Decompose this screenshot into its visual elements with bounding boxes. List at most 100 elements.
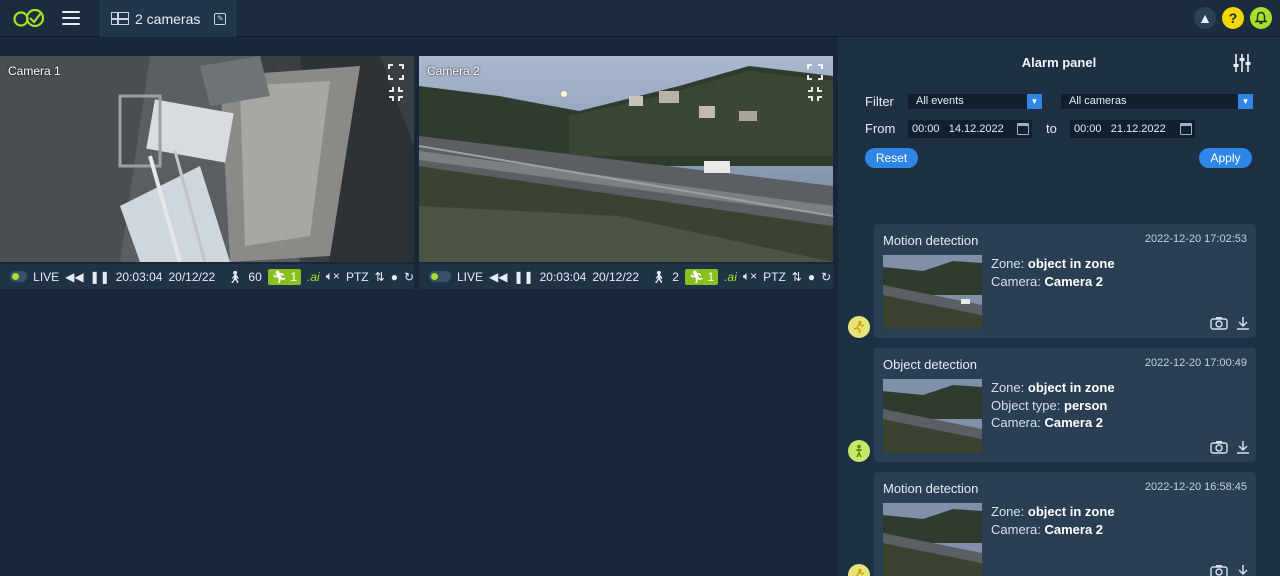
from-date: 14.12.2022 [948,123,1004,135]
mute-icon[interactable]: 🔈︎× [326,269,340,284]
apply-button[interactable]: Apply [1199,148,1252,168]
camera-value: Camera 2 [1044,273,1104,289]
location-icon[interactable]: ● [808,270,815,284]
expand-icon[interactable] [807,64,823,80]
motion-marker-icon [848,564,870,576]
menu-icon[interactable] [62,8,82,28]
edit-icon[interactable]: ✎ [214,12,227,25]
ptz-button[interactable]: PTZ [346,270,369,284]
event-details: Zone: object in zone Object type: person… [991,379,1115,432]
refresh-icon[interactable]: ↻ [821,270,831,284]
person-marker-icon [848,440,870,462]
live-label: LIVE [33,269,60,284]
filter-label: Filter [865,94,894,109]
to-datetime-field[interactable]: 00:00 21.12.2022 [1070,120,1195,138]
motion-badge[interactable]: 🏃︎ 1 [267,268,302,285]
adjust-icon[interactable]: ⇅ [792,270,802,284]
motion-icon: 🏃︎ [688,269,705,284]
zone-label: Zone: [991,380,1025,395]
camera-value: Camera 2 [1044,521,1104,537]
snapshot-icon[interactable] [1210,440,1228,454]
calendar-icon[interactable] [1017,123,1029,135]
refresh-icon[interactable]: ↻ [404,270,414,284]
camera-date: 20/12/22 [168,269,216,284]
fit-icon[interactable] [807,86,823,102]
camera-filter-select[interactable]: All cameras ▼ [1061,94,1253,109]
event-card[interactable]: Object detection 2022-12-20 17:00:49 Zon… [874,348,1256,462]
camera-label: Camera: [991,415,1041,430]
ai-button[interactable]: .ai [724,270,737,284]
fit-icon[interactable] [388,86,404,102]
sliders-icon[interactable] [1232,53,1252,73]
event-timestamp: 2022-12-20 17:00:49 [1144,357,1247,369]
alarm-panel: Alarm panel Filter All events ▼ All came… [838,37,1280,576]
object-type-value: person [1064,397,1108,413]
download-icon[interactable] [1236,316,1250,330]
to-label: to [1046,121,1057,136]
person-icon: 🚶︎ [651,269,667,284]
snapshot-icon[interactable] [1210,564,1228,576]
motion-count: 1 [290,269,298,284]
camera-name: Camera 1 [8,64,61,78]
camera-date: 20/12/22 [592,269,640,284]
location-icon[interactable]: ● [391,270,398,284]
bell-icon[interactable] [1250,7,1272,29]
motion-count: 1 [707,269,715,284]
camera-feed-2[interactable]: Camera 2 [419,56,833,262]
expand-icon[interactable] [388,64,404,80]
from-datetime-field[interactable]: 00:00 14.12.2022 [908,120,1032,138]
camera-label: Camera: [991,521,1041,537]
live-label: LIVE [457,269,484,284]
reset-button[interactable]: Reset [865,148,918,168]
calendar-icon[interactable] [1180,123,1192,135]
event-card[interactable]: Motion detection 2022-12-20 16:58:45 Zon… [874,472,1256,576]
camera-tile-2: Camera 2 LIVE ◀◀ ❚❚ 20:03:04 20/12/22 🚶︎… [419,56,833,289]
event-card[interactable]: Motion detection 2022-12-20 17:02:53 Zon… [874,224,1256,338]
tab-2-cameras[interactable]: 2 cameras ✎ [100,0,236,37]
adjust-icon[interactable]: ⇅ [375,270,385,284]
camera-name: Camera 2 [427,64,480,78]
mute-icon[interactable]: 🔈︎× [743,269,757,284]
person-count: 60 [248,269,262,284]
collapse-icon[interactable]: ▲ [1194,7,1216,29]
rewind-icon[interactable]: ◀◀ [65,270,83,284]
motion-marker-icon [848,316,870,338]
zone-value: object in zone [1027,504,1115,519]
event-thumbnail[interactable] [883,379,982,453]
camera-controls-2: LIVE ◀◀ ❚❚ 20:03:04 20/12/22 🚶︎ 2 🏃︎ 1 .… [419,264,833,289]
event-thumbnail[interactable] [883,255,982,329]
snapshot-icon[interactable] [1210,316,1228,330]
rewind-icon[interactable]: ◀◀ [489,270,507,284]
ai-button[interactable]: .ai [307,270,320,284]
live-toggle[interactable] [10,271,28,282]
event-type: Motion detection [883,481,979,496]
person-icon: 🚶︎ [227,269,243,284]
motion-badge[interactable]: 🏃︎ 1 [684,268,719,285]
ptz-button[interactable]: PTZ [763,270,786,284]
help-icon[interactable]: ? [1222,7,1244,29]
to-time: 00:00 [1074,123,1102,135]
from-label: From [865,121,896,136]
top-bar: 2 cameras ✎ ▲ ? [0,0,1280,37]
camera-controls-1: LIVE ◀◀ ❚❚ 20:03:04 20/12/22 🚶︎ 60 🏃︎ 1 … [0,264,414,289]
event-filter-select[interactable]: All events ▼ [908,94,1042,109]
event-thumbnail[interactable] [883,503,982,576]
camera-time: 20:03:04 [115,269,163,284]
pause-icon[interactable]: ❚❚ [513,270,533,284]
zone-value: object in zone [1027,380,1115,395]
camera-filter-value: All cameras [1069,95,1127,107]
live-toggle[interactable] [429,271,451,282]
to-date: 21.12.2022 [1110,123,1166,135]
download-icon[interactable] [1236,440,1250,454]
pause-icon[interactable]: ❚❚ [90,270,110,284]
zone-label: Zone: [991,504,1025,519]
tab-label: 2 cameras [135,10,201,27]
download-icon[interactable] [1236,564,1250,576]
event-timestamp: 2022-12-20 16:58:45 [1144,481,1247,493]
logo-icon[interactable] [12,7,46,29]
top-right-actions: ▲ ? [1194,7,1272,29]
chevron-down-icon: ▼ [1238,94,1253,109]
zone-label: Zone: [991,256,1025,271]
camera-feed-1[interactable]: Camera 1 [0,56,414,262]
from-time: 00:00 [912,123,940,135]
